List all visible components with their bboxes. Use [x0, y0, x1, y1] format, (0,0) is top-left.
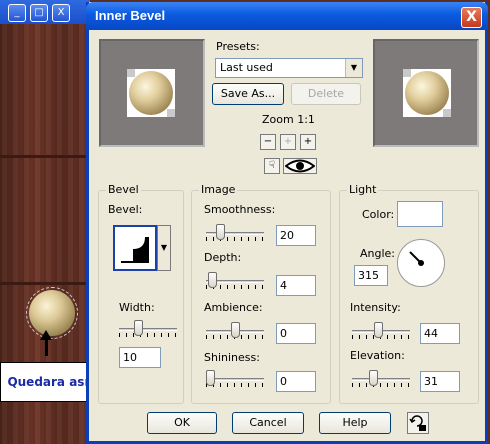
- bevel-label: Bevel:: [108, 203, 143, 216]
- hand-icon[interactable]: ☟: [264, 158, 280, 174]
- slider-thumb[interactable]: [231, 322, 240, 338]
- help-button[interactable]: Help: [319, 412, 391, 434]
- presets-value: Last used: [220, 61, 273, 74]
- bevel-shape-picker[interactable]: [113, 225, 157, 271]
- slider-thumb[interactable]: [369, 370, 378, 386]
- elevation-slider[interactable]: [352, 369, 410, 389]
- move-icon[interactable]: +: [280, 134, 296, 150]
- depth-label: Depth:: [204, 251, 242, 264]
- slider-thumb[interactable]: [206, 370, 215, 386]
- angle-input[interactable]: 315: [354, 265, 388, 286]
- image-group-title: Image: [199, 183, 238, 196]
- light-color-swatch[interactable]: [397, 201, 443, 227]
- bevel-group-title: Bevel: [106, 183, 141, 196]
- color-label: Color:: [362, 208, 395, 221]
- shininess-input[interactable]: 0: [276, 371, 316, 392]
- eye-icon[interactable]: [283, 158, 317, 174]
- cancel-button[interactable]: Cancel: [232, 412, 304, 434]
- depth-slider[interactable]: [206, 271, 264, 291]
- ambience-label: Ambience:: [204, 301, 263, 314]
- smoothness-label: Smoothness:: [204, 203, 276, 216]
- smoothness-slider[interactable]: [206, 223, 264, 243]
- angle-dial[interactable]: [397, 239, 445, 287]
- result-preview[interactable]: [373, 39, 479, 147]
- close-button[interactable]: X: [461, 7, 482, 28]
- width-input[interactable]: 10: [119, 347, 161, 368]
- slider-thumb[interactable]: [134, 320, 143, 336]
- result-sphere: [26, 287, 78, 339]
- wood-panel-line: [0, 282, 90, 285]
- minimize-icon[interactable]: _: [8, 4, 26, 22]
- preview-sphere: [129, 71, 173, 115]
- save-as-button[interactable]: Save As...: [212, 83, 284, 105]
- image-group: Image Smoothness: 20 Depth: 4 Ambience: …: [191, 183, 331, 404]
- dialog-titlebar[interactable]: Inner Bevel X: [86, 2, 488, 30]
- ambience-slider[interactable]: [206, 321, 264, 341]
- angle-label: Angle:: [360, 247, 396, 260]
- reset-icon[interactable]: [407, 412, 429, 434]
- zoom-label: Zoom 1:1: [262, 113, 315, 126]
- slider-thumb[interactable]: [374, 322, 383, 338]
- wood-panel-line: [0, 155, 90, 158]
- light-group: Light Color: Angle: 315 Intensity: 44 El…: [339, 183, 479, 404]
- shininess-slider[interactable]: [206, 369, 264, 389]
- close-icon[interactable]: X: [52, 4, 70, 22]
- maximize-icon[interactable]: □: [30, 4, 48, 22]
- dialog-title: Inner Bevel: [95, 8, 166, 23]
- slider-thumb[interactable]: [216, 224, 225, 240]
- smoothness-input[interactable]: 20: [276, 225, 316, 246]
- zoom-out-icon[interactable]: −: [260, 134, 276, 150]
- ambience-input[interactable]: 0: [276, 323, 316, 344]
- zoom-in-icon[interactable]: +: [300, 134, 316, 150]
- intensity-label: Intensity:: [350, 301, 401, 314]
- caption-label: Quedara así: [0, 362, 96, 402]
- width-slider[interactable]: [119, 319, 177, 339]
- inner-bevel-dialog: Inner Bevel X Presets: Last used ▼ Save …: [86, 2, 488, 444]
- ok-button[interactable]: OK: [147, 412, 217, 434]
- delete-button[interactable]: Delete: [291, 83, 361, 105]
- light-group-title: Light: [347, 183, 379, 196]
- bevel-shape-icon: [121, 237, 149, 263]
- shininess-label: Shininess:: [204, 351, 260, 364]
- chevron-down-icon[interactable]: ▼: [157, 225, 171, 271]
- arrow-head-icon: [40, 330, 52, 340]
- background-window-titlebar: _ □ X: [0, 0, 90, 24]
- elevation-input[interactable]: 31: [420, 371, 460, 392]
- presets-label: Presets:: [216, 40, 260, 53]
- intensity-input[interactable]: 44: [420, 323, 460, 344]
- bevel-group: Bevel Bevel: ▼ Width: 10: [98, 183, 184, 404]
- depth-input[interactable]: 4: [276, 275, 316, 296]
- original-preview[interactable]: [99, 39, 205, 147]
- intensity-slider[interactable]: [352, 321, 410, 341]
- preview-sphere: [405, 71, 449, 115]
- elevation-label: Elevation:: [350, 349, 405, 362]
- slider-thumb[interactable]: [208, 272, 217, 288]
- width-label: Width:: [119, 301, 155, 314]
- chevron-down-icon[interactable]: ▼: [345, 59, 362, 77]
- presets-select[interactable]: Last used ▼: [215, 58, 363, 78]
